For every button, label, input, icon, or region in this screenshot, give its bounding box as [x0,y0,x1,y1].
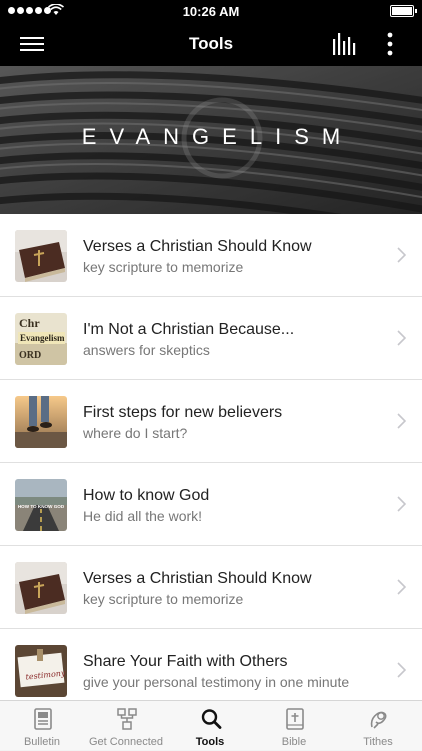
audio-bars-icon[interactable] [332,33,358,55]
bible-thumbnail-icon [15,562,67,614]
list-item-title: I'm Not a Christian Because... [83,321,295,338]
list-item-subtitle: key scripture to memorize [83,591,244,607]
svg-text:Evangelism: Evangelism [20,333,65,343]
tab-tithes[interactable]: Tithes [336,701,420,751]
chevron-right-icon [397,662,406,678]
tab-bible[interactable]: Bible [252,701,336,751]
status-bar: 10:26 AM [0,0,422,22]
list-item[interactable]: Verses a Christian Should Know key scrip… [0,214,422,297]
more-options-icon[interactable] [380,30,400,58]
list-item-subtitle: answers for skeptics [83,342,210,358]
list-item[interactable]: Verses a Christian Should Know key scrip… [0,546,422,629]
dictionary-evangelism-thumbnail-icon: Chr Evangelism ORD [15,313,67,365]
bulletin-icon [34,708,52,730]
list-item[interactable]: HOW TO KNOW GOD How to know God He did a… [0,463,422,546]
tab-label: Tithes [363,736,393,748]
list-item-title: Verses a Christian Should Know [83,570,312,587]
battery-icon [390,5,417,17]
search-icon [201,709,222,729]
list-item-subtitle: key scripture to memorize [83,259,244,275]
status-time: 10:26 AM [182,4,240,19]
chevron-right-icon [397,247,406,263]
tools-list: Verses a Christian Should Know key scrip… [0,214,422,700]
connected-icon [117,708,137,730]
bible-thumbnail-icon [15,230,67,282]
list-item[interactable]: Chr Evangelism ORD I'm Not a Christian B… [0,297,422,380]
list-item-title: How to know God [83,487,210,504]
tab-label: Bulletin [23,736,61,748]
chevron-right-icon [397,579,406,595]
tab-label: Tools [195,736,225,748]
list-item[interactable]: testimony Share Your Faith with Others g… [0,629,422,700]
testimony-note-thumbnail-icon: testimony [15,645,67,697]
road-thumbnail-icon: HOW TO KNOW GOD [15,479,67,531]
tithes-icon [370,711,387,729]
hero-title: EVANGELISM [81,124,354,149]
list-item[interactable]: First steps for new believers where do I… [0,380,422,463]
navigation-bar: Tools [0,22,422,66]
list-item-subtitle: where do I start? [83,425,188,441]
bible-icon [286,708,304,730]
page-title: Tools [188,34,234,53]
list-item-title: Verses a Christian Should Know [83,238,312,255]
svg-text:HOW TO KNOW GOD: HOW TO KNOW GOD [18,504,65,509]
tab-tools[interactable]: Tools [168,701,252,751]
list-item-subtitle: give your personal testimony in one minu… [83,674,350,690]
chevron-right-icon [397,413,406,429]
list-item-title: First steps for new believers [83,404,283,421]
tab-bar: Bulletin Get Connected Tools Bible Tithe… [0,700,422,750]
walking-feet-thumbnail-icon [15,396,67,448]
list-item-title: Share Your Faith with Others [83,653,288,670]
tab-bulletin[interactable]: Bulletin [0,701,84,751]
hero-banner: EVANGELISM [0,66,422,214]
tab-get-connected[interactable]: Get Connected [84,701,168,751]
svg-text:Chr: Chr [19,316,40,330]
svg-text:ORD: ORD [19,350,41,361]
list-item-subtitle: He did all the work! [83,508,203,524]
tab-label: Bible [281,736,307,748]
chevron-right-icon [397,496,406,512]
tab-label: Get Connected [89,736,163,748]
chevron-right-icon [397,330,406,346]
